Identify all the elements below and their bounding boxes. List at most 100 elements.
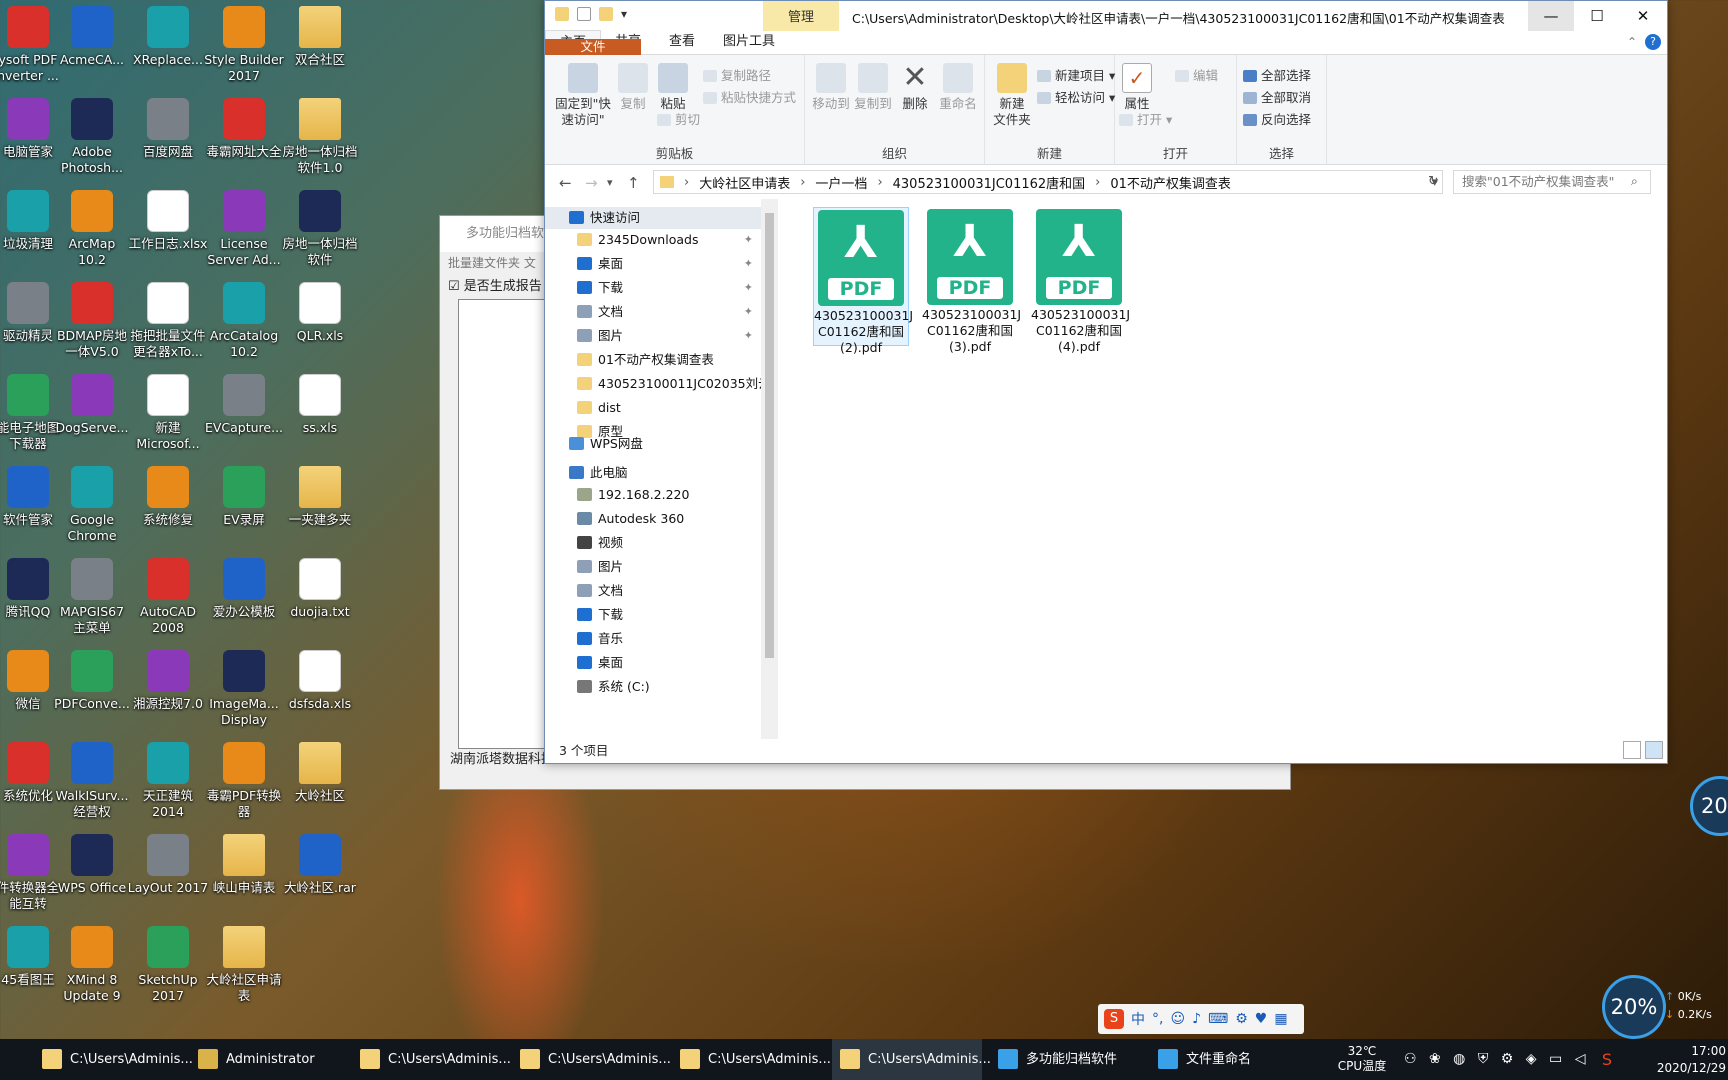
delete-button[interactable]: ✕ 删除 — [897, 63, 933, 112]
back-arrow-icon[interactable]: ← — [559, 174, 572, 192]
select-all-button[interactable]: 全部选择 — [1243, 65, 1311, 84]
new-folder-button[interactable]: 新建 文件夹 — [991, 63, 1033, 128]
nav-pc-item[interactable]: 桌面 — [545, 652, 761, 674]
desktop-icon[interactable]: 大岭社区.rar — [274, 828, 366, 920]
pin-icon[interactable]: ✦ — [744, 325, 753, 347]
memory-gauge-partial[interactable]: 20 — [1690, 776, 1728, 836]
details-view-button[interactable] — [1623, 741, 1641, 759]
invert-selection-button[interactable]: 反向选择 — [1243, 109, 1311, 128]
easy-access-button[interactable]: 轻松访问 ▾ — [1037, 87, 1115, 106]
edit-button[interactable]: 编辑 — [1175, 65, 1218, 84]
nav-quick-item[interactable]: 01不动产权集调查表 — [545, 349, 761, 371]
microphone-icon[interactable]: ♪ — [1192, 1011, 1201, 1027]
nav-wps-cloud[interactable]: WPS网盘 — [545, 433, 761, 455]
maximize-button[interactable]: ☐ — [1574, 1, 1620, 31]
chevron-down-icon[interactable]: ▾ — [621, 7, 629, 21]
punctuation-icon[interactable]: °, — [1152, 1011, 1163, 1027]
refresh-icon[interactable]: ↻ — [1428, 174, 1439, 189]
desktop-icon[interactable]: ss.xls — [274, 368, 366, 460]
pin-quick-access-button[interactable]: 固定到"快 速访问" — [553, 63, 613, 128]
emoji-icon[interactable]: ☺ — [1170, 1011, 1185, 1027]
taskbar-item[interactable]: C:\Users\Adminis... — [832, 1039, 991, 1080]
desktop-icon[interactable]: duojia.txt — [274, 552, 366, 644]
cpu-temperature[interactable]: 32℃ CPU温度 — [1328, 1039, 1396, 1080]
new-folder-icon[interactable] — [599, 7, 613, 21]
taskbar-item[interactable]: C:\Users\Adminis... — [34, 1039, 193, 1080]
ime-toolbar[interactable]: S 中 °, ☺ ♪ ⌨ ⚙ ♥ ▦ — [1098, 1004, 1304, 1034]
desktop-icon[interactable]: 大岭社区申请 表 — [198, 920, 290, 1012]
paste-button[interactable]: 粘贴 — [653, 63, 693, 112]
breadcrumb-item[interactable]: 一户一档 — [815, 173, 867, 192]
clock[interactable]: 17:00 2020/12/29 — [1626, 1039, 1726, 1080]
grid-icon[interactable]: ▦ — [1274, 1011, 1287, 1027]
nav-quick-access[interactable]: 快速访问 — [545, 207, 761, 229]
toolbox-icon[interactable]: ⚙ — [1235, 1011, 1248, 1027]
navigation-pane[interactable]: 快速访问 2345Downloads ✦ 桌面 ✦ 下载 ✦ 文档 ✦ 图片 ✦ 01不动产权集调查表… — [545, 199, 779, 739]
nav-quick-item[interactable]: dist — [545, 397, 761, 419]
file-item[interactable]: ⅄ PDF 430523100031J C01162唐和国 (3).pdf — [922, 207, 1021, 354]
paste-shortcut-button[interactable]: 粘贴快捷方式 — [703, 87, 796, 106]
keyboard-icon[interactable]: ⌨ — [1208, 1011, 1228, 1027]
minimize-button[interactable]: — — [1528, 1, 1574, 31]
breadcrumb-item[interactable]: 01不动产权集调查表 — [1110, 173, 1231, 192]
open-button[interactable]: 打开 ▾ — [1119, 109, 1172, 128]
nav-quick-item[interactable]: 下载 ✦ — [545, 277, 761, 299]
tab-view[interactable]: 查看 — [655, 30, 709, 54]
nav-quick-item[interactable]: 文档 ✦ — [545, 301, 761, 323]
nav-scrollbar[interactable] — [761, 199, 778, 739]
desktop-icon[interactable]: QLR.xls — [274, 276, 366, 368]
pin-icon[interactable]: ✦ — [744, 277, 753, 299]
nav-quick-item[interactable]: 430523100011JC02035刘云仁 — [545, 373, 761, 395]
pin-icon[interactable]: ✦ — [744, 229, 753, 251]
new-item-button[interactable]: 新建项目 ▾ — [1037, 65, 1115, 84]
address-bar[interactable]: › 大岭社区申请表 › 一户一档 › 430523100031JC01162唐和国 ›… — [653, 170, 1443, 194]
properties-icon[interactable] — [577, 7, 591, 21]
large-icons-view-button[interactable] — [1645, 741, 1663, 759]
close-button[interactable]: ✕ — [1620, 1, 1666, 31]
desktop-icon[interactable]: 一夹建多夹 — [274, 460, 366, 552]
breadcrumb-item[interactable]: 大岭社区申请表 — [699, 173, 790, 192]
file-item[interactable]: ⅄ PDF 430523100031J C01162唐和国 (4).pdf — [1031, 207, 1130, 354]
desktop-icon[interactable]: dsfsda.xls — [274, 644, 366, 736]
pin-icon[interactable]: ✦ — [744, 301, 753, 323]
rename-button[interactable]: 重命名 — [937, 63, 979, 112]
cut-button[interactable]: 剪切 — [657, 109, 700, 128]
properties-button[interactable]: ✓ 属性 — [1117, 63, 1157, 112]
move-to-button[interactable]: 移动到 — [811, 63, 851, 112]
nav-pc-item[interactable]: 系统 (C:) — [545, 676, 761, 698]
taskbar-item[interactable]: C:\Users\Adminis... — [512, 1039, 671, 1080]
nav-pc-item[interactable]: 图片 — [545, 556, 761, 578]
ime-mode[interactable]: 中 — [1131, 1009, 1145, 1029]
nav-pc-item[interactable]: 视频 — [545, 532, 761, 554]
taskbar-item[interactable]: 文件重命名 — [1150, 1039, 1300, 1080]
nav-this-pc[interactable]: 此电脑 — [545, 462, 761, 484]
nav-quick-item[interactable]: 图片 ✦ — [545, 325, 761, 347]
scrollbar-thumb[interactable] — [765, 213, 774, 658]
nav-pc-item[interactable]: 文档 — [545, 580, 761, 602]
taskbar-item[interactable]: 多功能归档软件 — [990, 1039, 1146, 1080]
nav-quick-item[interactable]: 桌面 ✦ — [545, 253, 761, 275]
search-input[interactable]: 搜索"01不动产权集调查表" — [1453, 170, 1651, 194]
desktop-icon[interactable]: 房地一体归档 软件1.0 — [274, 92, 366, 184]
file-list[interactable]: ⅄ PDF 430523100031J C01162唐和国 (2).pdf ⅄ PDF 4… — [781, 199, 1667, 739]
nav-pc-item[interactable]: 192.168.2.220 — [545, 484, 761, 506]
desktop-icon[interactable]: 大岭社区 — [274, 736, 366, 828]
desktop-icon[interactable]: 双合社区 — [274, 0, 366, 92]
nav-pc-item[interactable]: Autodesk 360 — [545, 508, 761, 530]
forward-arrow-icon[interactable]: → — [585, 174, 598, 192]
file-item[interactable]: ⅄ PDF 430523100031J C01162唐和国 (2).pdf — [813, 207, 913, 355]
memory-gauge[interactable]: 20% — [1602, 975, 1666, 1039]
select-none-button[interactable]: 全部取消 — [1243, 87, 1311, 106]
breadcrumb-item[interactable]: 430523100031JC01162唐和国 — [893, 173, 1086, 192]
up-arrow-icon[interactable]: ↑ — [627, 174, 640, 192]
tab-manage-context[interactable]: 管理 — [763, 1, 839, 31]
copy-button[interactable]: 复制 — [613, 63, 653, 112]
skin-icon[interactable]: ♥ — [1255, 1011, 1268, 1027]
file-explorer-window[interactable]: ▾ 管理 C:\Users\Administrator\Desktop\大岭社区… — [544, 0, 1668, 764]
taskbar-item[interactable]: Administrator — [190, 1039, 345, 1080]
copy-path-button[interactable]: 复制路径 — [703, 65, 771, 84]
recent-chevron-icon[interactable]: ▾ — [607, 176, 613, 189]
system-tray-icons[interactable]: ⚇ ❀ ◍ ⛨ ⚙ ◈ ▭ ◁ ▦ 中 — [1404, 1039, 1590, 1080]
sogou-tray-icon[interactable]: S — [1590, 1039, 1624, 1080]
nav-pc-item[interactable]: 下载 — [545, 604, 761, 626]
